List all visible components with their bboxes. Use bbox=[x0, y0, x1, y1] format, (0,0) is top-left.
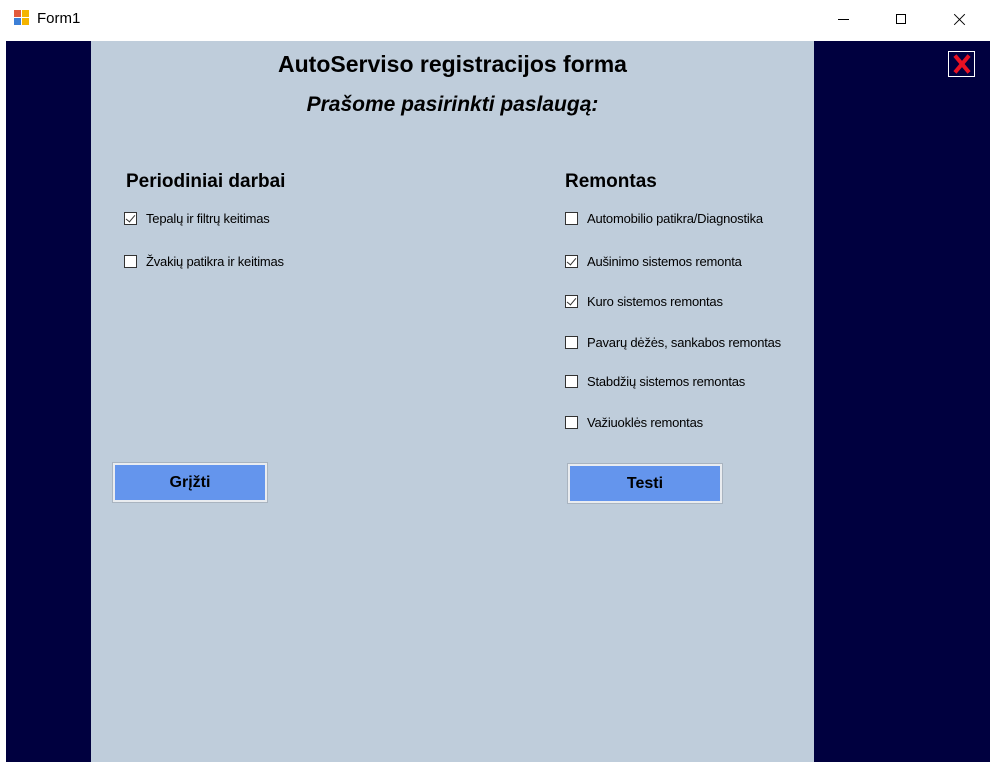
checkbox-diagnostics[interactable]: Automobilio patikra/Diagnostika bbox=[565, 208, 763, 228]
repair-group-title: Remontas bbox=[565, 171, 657, 192]
minimize-icon bbox=[837, 18, 849, 20]
checkbox-label: Aušinimo sistemos remonta bbox=[587, 253, 742, 269]
checkbox-label: Tepalų ir filtrų keitimas bbox=[146, 210, 270, 226]
minimize-button[interactable] bbox=[814, 0, 872, 38]
checkbox-oil-filter-change[interactable]: Tepalų ir filtrų keitimas bbox=[124, 208, 270, 228]
form-client-area: AutoServiso registracijos forma Prašome … bbox=[6, 41, 990, 762]
checkbox-brake-repair[interactable]: Stabdžių sistemos remontas bbox=[565, 371, 745, 391]
close-icon bbox=[953, 55, 971, 73]
window-title: Form1 bbox=[37, 10, 81, 27]
checkbox-box[interactable] bbox=[565, 254, 578, 268]
checkbox-label: Važiuoklės remontas bbox=[587, 414, 703, 430]
form-title: AutoServiso registracijos forma bbox=[278, 51, 627, 77]
form-subtitle: Prašome pasirinkti paslaugą: bbox=[306, 93, 599, 116]
checkbox-box[interactable] bbox=[565, 415, 578, 429]
checkbox-fuel-repair[interactable]: Kuro sistemos remontas bbox=[565, 291, 723, 311]
checkbox-box[interactable] bbox=[565, 374, 578, 388]
checkbox-cooling-repair[interactable]: Aušinimo sistemos remonta bbox=[565, 251, 742, 271]
checkbox-box[interactable] bbox=[565, 211, 578, 225]
back-button[interactable]: Grįžti bbox=[112, 462, 268, 503]
checkbox-suspension-repair[interactable]: Važiuoklės remontas bbox=[565, 412, 703, 432]
checkbox-box[interactable] bbox=[565, 294, 578, 308]
title-bar: Form1 bbox=[0, 0, 996, 38]
close-icon bbox=[953, 13, 966, 26]
periodic-group-title: Periodiniai darbai bbox=[126, 171, 286, 192]
checkbox-label: Žvakių patikra ir keitimas bbox=[146, 253, 284, 269]
checkbox-label: Stabdžių sistemos remontas bbox=[587, 373, 746, 389]
form1-window: Form1 AutoServiso registracijos forma Pr… bbox=[0, 0, 996, 762]
checkbox-label: Automobilio patikra/Diagnostika bbox=[587, 210, 763, 226]
checkbox-box[interactable] bbox=[565, 335, 578, 349]
checkbox-label: Pavarų dėžės, sankabos remontas bbox=[587, 334, 781, 350]
app-icon bbox=[14, 10, 30, 26]
exit-button[interactable] bbox=[948, 51, 975, 77]
checkbox-spark-plug-check[interactable]: Žvakių patikra ir keitimas bbox=[124, 251, 284, 271]
checkbox-box[interactable] bbox=[124, 211, 137, 225]
close-window-button[interactable] bbox=[930, 0, 988, 38]
checkbox-box[interactable] bbox=[124, 254, 137, 268]
maximize-button[interactable] bbox=[872, 0, 930, 38]
checkbox-label: Kuro sistemos remontas bbox=[587, 293, 723, 309]
continue-button[interactable]: Testi bbox=[567, 463, 723, 504]
checkbox-gearbox-repair[interactable]: Pavarų dėžės, sankabos remontas bbox=[565, 332, 781, 352]
registration-panel: AutoServiso registracijos forma Prašome … bbox=[91, 41, 814, 762]
maximize-icon bbox=[896, 14, 906, 24]
